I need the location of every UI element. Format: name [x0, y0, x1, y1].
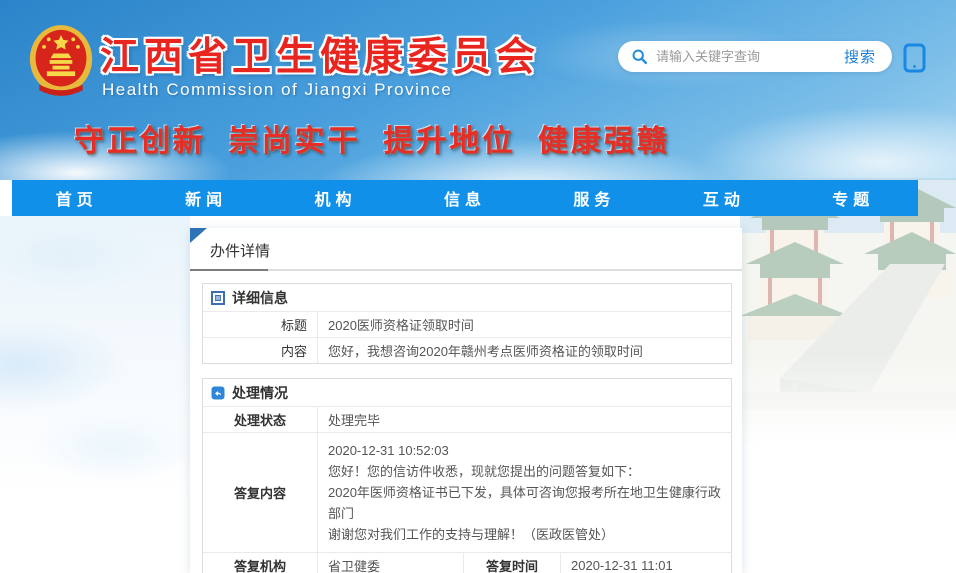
site-title: 江西省卫生健康委员会 — [100, 26, 540, 82]
nav-item-service[interactable]: 服务 — [530, 180, 659, 216]
corner-fold-icon — [190, 228, 207, 243]
nav-item-special[interactable]: 专题 — [789, 180, 918, 216]
nav-item-news[interactable]: 新闻 — [141, 180, 270, 216]
row-value: 您好，我想咨询2020年赣州考点医师资格证的领取时间 — [318, 338, 731, 363]
detail-section-title: 详细信息 — [232, 288, 288, 308]
tab-bar: 办件详情 — [190, 228, 742, 261]
reply-time-value: 2020-12-31 11:01 — [561, 553, 731, 573]
site-subtitle: Health Commission of Jiangxi Province — [102, 80, 452, 100]
reply-square-icon — [211, 386, 225, 400]
table-row-title: 标题 2020医师资格证领取时间 — [203, 311, 731, 337]
page: 江西省卫生健康委员会 Health Commission of Jiangxi … — [0, 0, 956, 573]
row-label-reply-time: 答复时间 — [464, 553, 561, 573]
national-emblem-logo — [28, 22, 94, 100]
table-row-status: 处理状态 处理完毕 — [203, 406, 731, 432]
row-label-agency: 答复机构 — [203, 553, 318, 573]
process-section-header: 处理情况 — [203, 379, 731, 406]
site-header: 江西省卫生健康委员会 Health Commission of Jiangxi … — [0, 0, 956, 180]
row-value: 处理完毕 — [318, 407, 731, 432]
search-input[interactable] — [656, 49, 838, 64]
reply-content-text: 2020-12-31 10:52:03 您好！您的信访件收悉，现就您提出的问题答… — [318, 433, 731, 552]
pavilion-background-image — [740, 178, 956, 463]
clouds-background — [0, 216, 190, 546]
row-label: 内容 — [203, 338, 318, 363]
table-row-content: 内容 您好，我想咨询2020年赣州考点医师资格证的领取时间 — [203, 337, 731, 363]
detail-section-header: 详细信息 — [203, 284, 731, 311]
content-panel: 办件详情 详细信息 标题 2020医师资格证领取时间 — [190, 228, 742, 573]
search-icon — [631, 48, 648, 65]
detail-info-section: 详细信息 标题 2020医师资格证领取时间 内容 您好，我想咨询2020年赣州考… — [202, 283, 732, 364]
row-label: 答复内容 — [203, 433, 318, 552]
row-label: 处理状态 — [203, 407, 318, 432]
sections-wrapper: 详细信息 标题 2020医师资格证领取时间 内容 您好，我想咨询2020年赣州考… — [190, 271, 742, 573]
search-bar: 搜索 — [618, 41, 892, 72]
mobile-version-icon[interactable] — [903, 43, 926, 78]
prc-emblem-icon — [28, 22, 94, 100]
row-label: 标题 — [203, 312, 318, 337]
site-slogan: 守正创新 崇尚实干 提升地位 健康强赣 — [74, 116, 670, 160]
nav-item-interact[interactable]: 互动 — [659, 180, 788, 216]
process-status-section: 处理情况 处理状态 处理完毕 答复内容 2020-12-31 10:52:03 … — [202, 378, 732, 573]
tab-case-detail[interactable]: 办件详情 — [210, 240, 270, 261]
nav-item-info[interactable]: 信息 — [400, 180, 529, 216]
tab-underline — [190, 269, 742, 271]
agency-value: 省卫健委 — [318, 553, 464, 573]
search-button[interactable]: 搜索 — [838, 46, 892, 67]
nav-item-org[interactable]: 机构 — [271, 180, 400, 216]
table-row-reply-content: 答复内容 2020-12-31 10:52:03 您好！您的信访件收悉，现就您提… — [203, 432, 731, 552]
table-row-agency-time: 答复机构 省卫健委 答复时间 2020-12-31 11:01 — [203, 552, 731, 573]
nav-item-home[interactable]: 首页 — [12, 180, 141, 216]
main-nav: 首页 新闻 机构 信息 服务 互动 专题 — [12, 180, 918, 216]
document-square-icon — [211, 291, 225, 305]
row-value: 2020医师资格证领取时间 — [318, 312, 731, 337]
process-section-title: 处理情况 — [232, 383, 288, 403]
photo-fade-overlay — [740, 353, 956, 463]
tab-underline-active — [190, 269, 268, 271]
